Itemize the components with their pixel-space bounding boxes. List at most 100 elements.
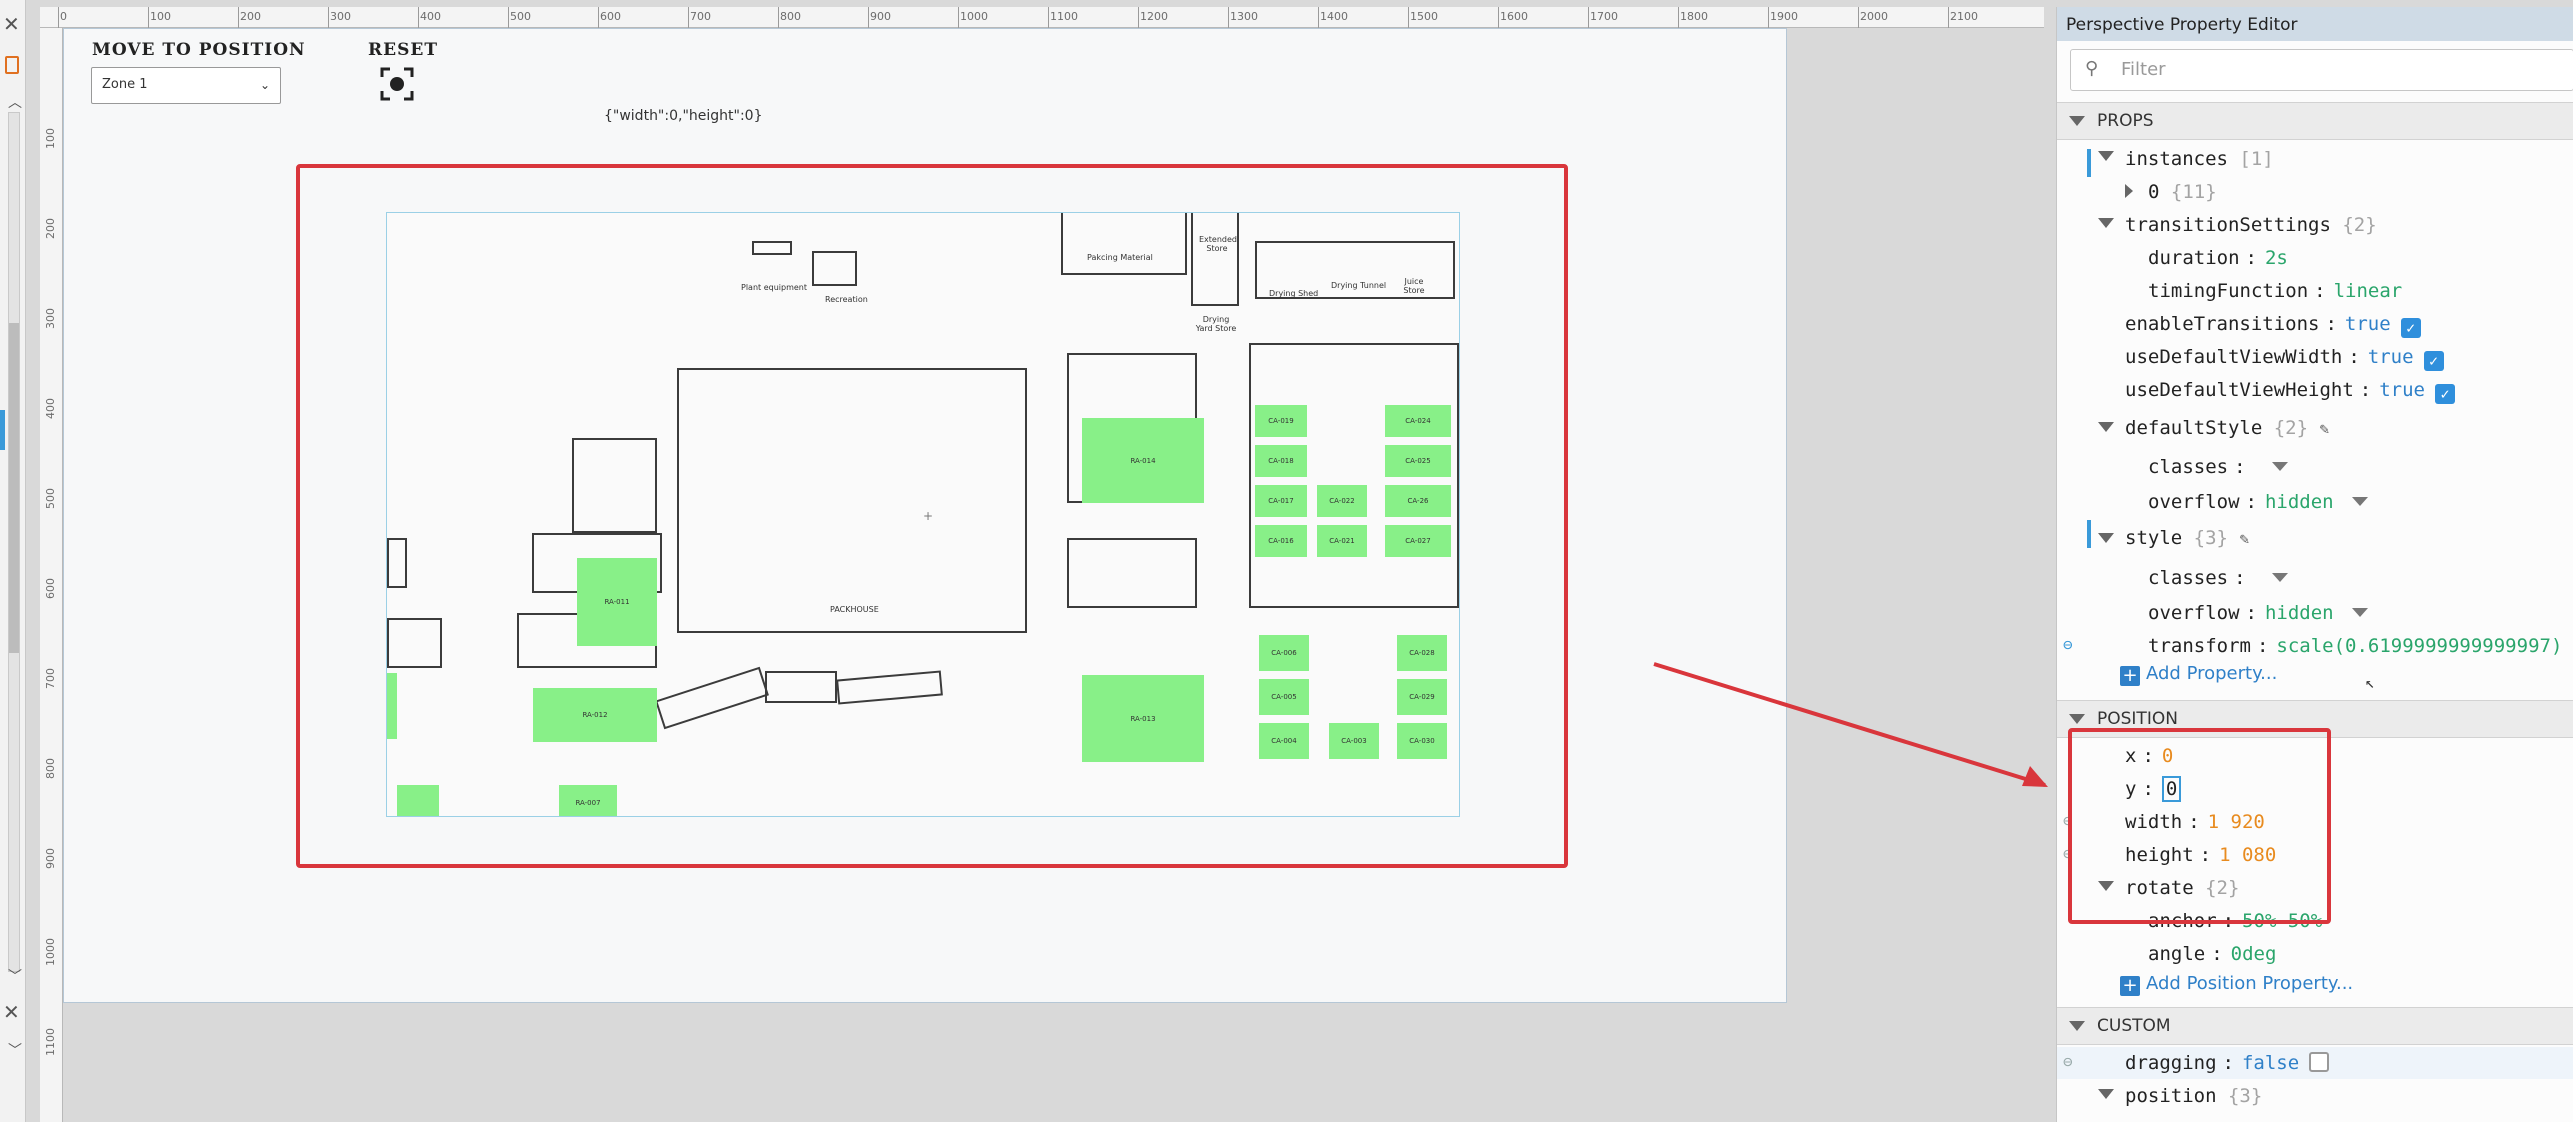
zone-ca-022[interactable]: CA-022 — [1317, 485, 1367, 517]
checkbox-checked[interactable]: ✓ — [2435, 384, 2455, 404]
ruler-tick-label: 800 — [780, 10, 801, 23]
brush-icon[interactable]: ✎ — [2320, 419, 2330, 438]
zone-ca-029[interactable]: CA-029 — [1397, 679, 1447, 715]
chevron-down-icon[interactable] — [2069, 714, 2085, 724]
section-custom[interactable]: CUSTOM — [2057, 1007, 2573, 1045]
zone-ca-021[interactable]: CA-021 — [1317, 525, 1367, 557]
map-outline — [387, 618, 442, 668]
prop-dragging[interactable]: dragging: false — [2125, 1050, 2330, 1076]
map-outline — [836, 670, 943, 705]
ruler-tick-label: 600 — [44, 578, 57, 599]
chevron-down-icon[interactable] — [2098, 422, 2114, 432]
prop-timing-function[interactable]: timingFunction: linear — [2148, 278, 2402, 304]
prop-style-transform[interactable]: transform: scale(0.6199999999999997) — [2148, 633, 2562, 659]
section-props-label: PROPS — [2097, 111, 2154, 131]
crosshair-icon: + — [923, 509, 934, 523]
zone-ca-027[interactable]: CA-027 — [1385, 525, 1451, 557]
ruler-tick-label: 100 — [150, 10, 171, 23]
chevron-down-icon[interactable] — [2098, 1089, 2114, 1099]
section-props[interactable]: PROPS — [2057, 102, 2573, 140]
zone-dropdown[interactable]: Zone 1 ⌄ — [91, 67, 281, 104]
close-icon[interactable]: ✕ — [3, 1000, 20, 1024]
property-editor-panel: Perspective Property Editor ⚲ Filter PRO… — [2056, 7, 2573, 1122]
prop-use-default-view-height[interactable]: useDefaultViewHeight: true ✓ — [2125, 377, 2455, 404]
brush-icon[interactable]: ✎ — [2239, 529, 2249, 548]
prop-position[interactable]: position {3} — [2125, 1083, 2262, 1109]
zone-partial[interactable] — [397, 785, 439, 816]
zone-partial[interactable] — [387, 673, 397, 739]
zone-ca-028[interactable]: CA-028 — [1397, 635, 1447, 671]
zone-ra-014[interactable]: RA-014 — [1082, 418, 1204, 503]
prop-enable-transitions[interactable]: enableTransitions: true ✓ — [2125, 311, 2421, 338]
zone-ca-024[interactable]: CA-024 — [1385, 405, 1451, 437]
add-property-button[interactable]: + Add Property... — [2120, 663, 2277, 686]
designer-window: ✕ ︿ ﹀ ✕ ﹀ 0 100 200 300 400 500 600 700 800 900 10… — [0, 0, 2573, 1122]
prop-use-default-view-width[interactable]: useDefaultViewWidth: true ✓ — [2125, 344, 2444, 371]
prop-instances[interactable]: instances [1] — [2125, 146, 2274, 172]
close-icon[interactable]: ✕ — [3, 12, 20, 36]
prop-duration[interactable]: duration:2s — [2148, 245, 2288, 271]
zone-ca-26[interactable]: CA-26 — [1385, 485, 1451, 517]
ruler-tick-label: 200 — [44, 218, 57, 239]
zone-ca-005[interactable]: CA-005 — [1259, 679, 1309, 715]
zone-ca-017[interactable]: CA-017 — [1255, 485, 1307, 517]
zone-ca-019[interactable]: CA-019 — [1255, 405, 1307, 437]
reset-label: RESET — [368, 40, 438, 60]
zone-ca-018[interactable]: CA-018 — [1255, 445, 1307, 477]
add-position-property-button[interactable]: + Add Position Property... — [2120, 973, 2353, 996]
ruler-tick-label: 0 — [60, 10, 67, 23]
prop-default-overflow[interactable]: overflow: hidden — [2148, 489, 2368, 515]
zone-ca-006[interactable]: CA-006 — [1259, 635, 1309, 671]
left-scrollbar[interactable] — [8, 112, 20, 972]
chevron-down-icon[interactable] — [2069, 1021, 2085, 1031]
chevron-down-icon[interactable] — [2069, 116, 2085, 126]
chevron-right-icon[interactable] — [2125, 184, 2133, 198]
plus-icon: + — [2120, 666, 2140, 686]
zone-ca-003[interactable]: CA-003 — [1329, 723, 1379, 759]
reset-focus-icon[interactable] — [380, 67, 414, 101]
prop-style-overflow[interactable]: overflow: hidden — [2148, 600, 2368, 626]
prop-transition-settings[interactable]: transitionSettings {2} — [2125, 212, 2377, 238]
checkbox-checked[interactable]: ✓ — [2400, 318, 2421, 338]
chevron-down-icon[interactable] — [2098, 533, 2114, 543]
prop-style-classes[interactable]: classes: — [2148, 565, 2288, 591]
chevron-down-icon[interactable] — [2098, 218, 2114, 228]
zone-ra-012[interactable]: RA-012 — [533, 688, 657, 742]
binding-link-icon[interactable]: ⊖ — [2063, 635, 2073, 654]
ruler-tick-label: 100 — [44, 128, 57, 149]
dropdown-icon[interactable] — [2351, 497, 2368, 506]
zone-ca-025[interactable]: CA-025 — [1385, 445, 1451, 477]
checkbox-checked[interactable]: ✓ — [2423, 351, 2444, 371]
prop-default-classes[interactable]: classes: — [2148, 454, 2288, 480]
plant-equipment-label: Plant equipment — [741, 283, 807, 292]
zone-ra-013[interactable]: RA-013 — [1082, 675, 1204, 762]
zone-ca-016[interactable]: CA-016 — [1255, 525, 1307, 557]
dropdown-icon[interactable] — [2351, 608, 2368, 617]
checkbox-unchecked[interactable] — [2309, 1052, 2330, 1072]
zone-ca-030[interactable]: CA-030 — [1397, 723, 1447, 759]
section-position-label: POSITION — [2097, 709, 2178, 729]
filter-input[interactable]: ⚲ Filter — [2070, 49, 2573, 91]
chevron-up-icon[interactable]: ︿ — [8, 92, 22, 112]
map-embedded-view[interactable]: PACKHOUSE Plant equipment Recreation Pak… — [386, 212, 1460, 817]
extended-store-label: Extended Store — [1199, 235, 1237, 253]
ruler-tick-label: 800 — [44, 758, 57, 779]
tool-icon[interactable] — [5, 56, 19, 74]
map-outline — [387, 538, 407, 588]
prop-angle[interactable]: angle:0deg — [2148, 941, 2276, 967]
binding-link-icon[interactable]: ⊖ — [2063, 1052, 2073, 1071]
ruler-tick-label: 1800 — [1680, 10, 1708, 23]
annotation-arrow — [1653, 662, 2048, 787]
zone-ra-011[interactable]: RA-011 — [577, 558, 657, 646]
chevron-down-icon[interactable]: ﹀ — [8, 1040, 22, 1060]
dropdown-icon[interactable] — [2271, 462, 2288, 471]
chevron-down-icon[interactable]: ﹀ — [8, 966, 22, 986]
zone-ra-007[interactable]: RA-007 — [559, 785, 617, 816]
prop-style[interactable]: style {3} ✎ — [2125, 525, 2249, 552]
zone-ca-004[interactable]: CA-004 — [1259, 723, 1309, 759]
dropdown-icon[interactable] — [2271, 573, 2288, 582]
chevron-down-icon[interactable] — [2098, 151, 2114, 161]
ruler-tick-label: 700 — [690, 10, 711, 23]
prop-instance-0[interactable]: 0 {11} — [2148, 179, 2217, 205]
prop-default-style[interactable]: defaultStyle {2} ✎ — [2125, 415, 2329, 442]
